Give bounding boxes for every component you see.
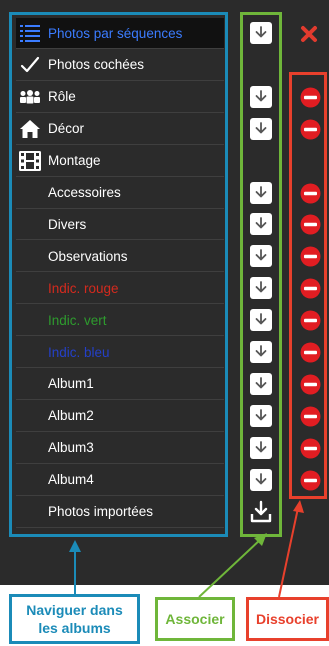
associate-label: Associer	[155, 597, 235, 641]
dissociate-label: Dissocier	[246, 597, 329, 641]
annotation-arrows	[69, 500, 304, 598]
navigate-label: Naviguer dans les albums	[9, 594, 140, 644]
